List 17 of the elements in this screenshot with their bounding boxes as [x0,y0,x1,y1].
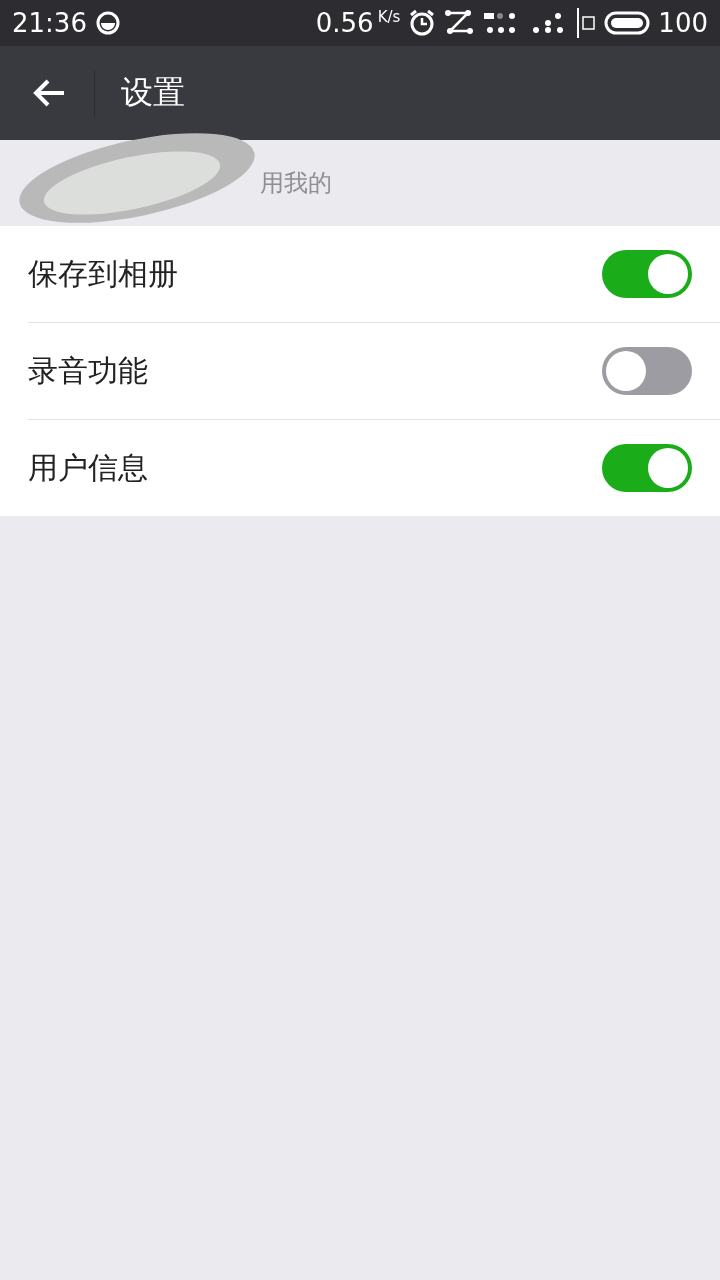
status-time: 21:36 [12,8,87,38]
hint-text: 用我的 [260,168,332,199]
setting-label: 保存到相册 [28,254,178,293]
network-speed: 0.56 [315,8,374,38]
page-title: 设置 [121,72,185,113]
data-transfer-icon [444,9,475,37]
alarm-icon [408,9,437,37]
setting-label: 录音功能 [28,351,148,390]
toggle-switch[interactable] [602,250,692,298]
toggle-switch[interactable] [602,347,692,395]
toggle-switch[interactable] [602,444,692,492]
setting-label: 用户信息 [28,448,148,487]
battery-icon [604,11,651,35]
sim-icon [576,8,597,38]
battery-level: 100 [658,8,708,38]
app-notification-icon [94,10,121,36]
speed-unit: K/s [377,8,401,26]
